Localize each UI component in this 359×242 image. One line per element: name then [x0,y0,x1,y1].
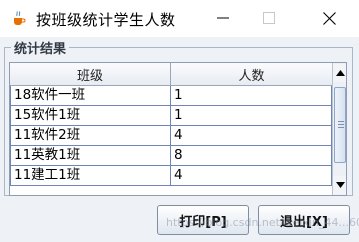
table-body: 18软件一班 1 15软件1班 1 11软件2班 4 11英教1班 8 11建工… [10,86,332,186]
table-row[interactable]: 18软件一班 1 [10,86,332,106]
cell-count[interactable]: 8 [171,146,332,166]
cell-count[interactable]: 4 [171,126,332,146]
java-cup-icon [11,10,27,26]
table-row[interactable]: 11建工1班 4 [10,166,332,186]
maximize-button[interactable] [256,6,282,30]
cell-count[interactable]: 1 [171,86,332,106]
window-title: 按班级统计学生人数 [36,11,176,29]
watermark-text: https://blog.csdn.net/weixin_44...60 [166,216,359,229]
close-button[interactable] [316,6,342,30]
cell-class[interactable]: 11英教1班 [10,146,171,166]
table-row[interactable]: 11英教1班 8 [10,146,332,166]
title-bar: 按班级统计学生人数 [0,0,359,37]
column-header-count[interactable]: 人数 [171,63,332,86]
arrow-up-icon [335,70,345,76]
cell-class[interactable]: 11建工1班 [10,166,171,186]
cell-count[interactable]: 1 [171,106,332,126]
cell-class[interactable]: 11软件2班 [10,126,171,146]
cell-class[interactable]: 18软件一班 [10,86,171,106]
scroll-down-button[interactable] [333,176,346,194]
cell-count[interactable]: 4 [171,166,332,186]
table-row[interactable]: 11软件2班 4 [10,126,332,146]
cell-class[interactable]: 15软件1班 [10,106,171,126]
vertical-scrollbar[interactable] [332,63,346,195]
result-group-box: 统计结果 班级 人数 18软件一班 1 15软件1班 1 11软件2班 4 11… [4,38,353,196]
grip-line [338,124,344,125]
grip-line [338,121,344,122]
arrow-down-icon [335,182,345,188]
result-table[interactable]: 班级 人数 18软件一班 1 15软件1班 1 11软件2班 4 11英教1班 [9,62,347,196]
minimize-button[interactable] [210,6,236,30]
column-header-class[interactable]: 班级 [10,63,171,86]
scroll-up-button[interactable] [333,64,346,82]
window-content: 统计结果 班级 人数 18软件一班 1 15软件1班 1 11软件2班 4 11… [0,37,359,242]
group-title: 统计结果 [11,38,70,57]
grip-line [338,127,344,128]
table-header: 班级 人数 [10,63,332,86]
scroll-thumb[interactable] [334,87,346,163]
table-row[interactable]: 15软件1班 1 [10,106,332,126]
